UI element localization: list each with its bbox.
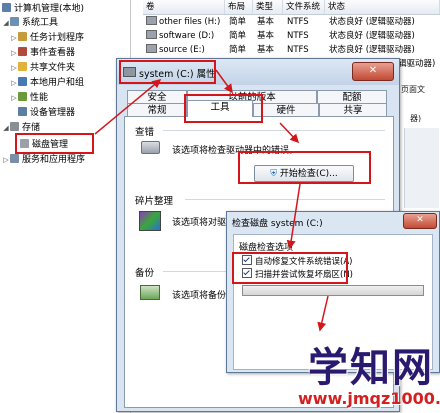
arrow-to-tools-tab [215, 69, 233, 94]
arrow-to-check-button [279, 122, 300, 144]
tab-tools[interactable]: 工具 [187, 100, 253, 117]
arrow-to-properties [94, 79, 162, 135]
watermark: 学知网 www.jmqz1000.cn [298, 335, 440, 411]
watermark-title: 学知网 [308, 345, 434, 391]
watermark-url: www.jmqz1000.cn [298, 389, 440, 408]
arrow-to-options [286, 183, 301, 250]
arrow-to-start [317, 295, 329, 332]
